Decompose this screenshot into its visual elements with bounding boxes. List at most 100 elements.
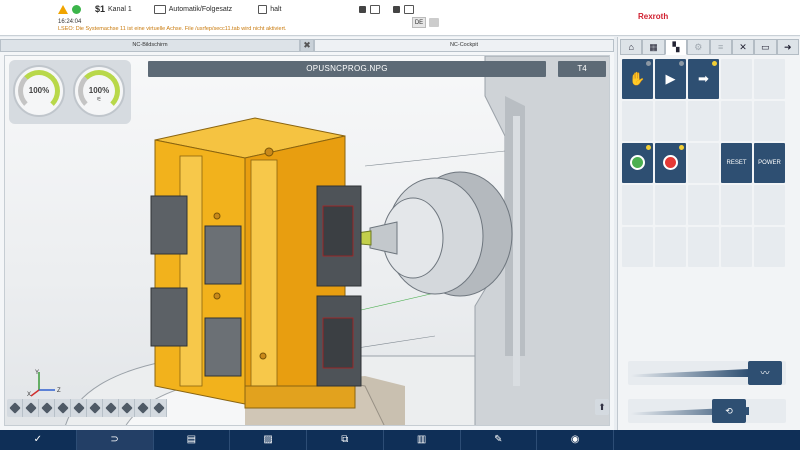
- empty-slot: [655, 227, 686, 267]
- empty-slot: [688, 143, 719, 183]
- settings-icon: [404, 4, 415, 14]
- empty-slot: [721, 227, 752, 267]
- scroll-up-button[interactable]: ⬆: [595, 399, 609, 415]
- empty-slot: [721, 185, 752, 225]
- wrench-icon: ✎: [494, 434, 503, 445]
- program-name[interactable]: OPUSNCPROG.NPG: [148, 61, 546, 77]
- housing-edge: [513, 116, 520, 386]
- grid-view-icon: [105, 402, 117, 414]
- image-button[interactable]: ▨: [230, 430, 307, 450]
- tab-next[interactable]: ➜: [776, 39, 799, 55]
- cycle-start-button[interactable]: [622, 143, 653, 183]
- eye-button[interactable]: ◉: [537, 430, 614, 450]
- list-icon: ▤: [186, 434, 197, 445]
- tab-home[interactable]: ⌂: [620, 39, 643, 55]
- warning-icon[interactable]: [58, 4, 68, 14]
- checkmark-icon: ✓: [33, 434, 43, 445]
- spindle-override-gauge[interactable]: 100% ⚟: [73, 65, 125, 117]
- control-tabs: ⌂ ▦ ▚ ⚙ ≡ ✕ ▭ ➜: [620, 39, 799, 55]
- bar-chart-button[interactable]: ▥: [384, 430, 461, 450]
- lock-icon: [359, 5, 367, 13]
- empty-slot: [622, 101, 653, 141]
- system-message[interactable]: LSEO: Die Systemachse 11 ist eine virtue…: [58, 26, 286, 32]
- status-led-active: [679, 145, 684, 150]
- single-block-button[interactable]: ➡: [688, 59, 719, 99]
- gear-icon: ⚙: [694, 42, 703, 52]
- tool-path: [364, 150, 506, 167]
- channel-label[interactable]: Kanal 1: [108, 6, 132, 13]
- iso-view-icon: [9, 402, 21, 414]
- wrench-button[interactable]: ✎: [461, 430, 538, 450]
- mill-view-icon: [153, 402, 165, 414]
- keyboard-toggle-icon[interactable]: [429, 18, 439, 27]
- top-view-button[interactable]: [39, 399, 55, 417]
- measure-view-icon: [121, 402, 133, 414]
- cut-view-button[interactable]: [87, 399, 103, 417]
- status-led: [646, 61, 651, 66]
- copy-icon: ⧉: [341, 434, 349, 445]
- feed-override-gauge[interactable]: 100%: [13, 65, 65, 117]
- tab-keyboard[interactable]: ▦: [642, 39, 665, 55]
- spindle-override-slider[interactable]: ⟲: [628, 399, 786, 423]
- feed-override-value: 100%: [28, 86, 50, 95]
- rotate-view-button[interactable]: [135, 399, 151, 417]
- override-gauges: 100% 100% ⚟: [9, 60, 131, 124]
- clamp-plate: [150, 195, 188, 255]
- wire-view-button[interactable]: [71, 399, 87, 417]
- view-toolbar: [7, 399, 167, 417]
- spindle-override-knob[interactable]: ⟲: [712, 399, 746, 423]
- channel-number: $1: [95, 4, 106, 14]
- tab-nc-cockpit[interactable]: NC-Cockpit: [314, 39, 614, 52]
- return-button[interactable]: ⊃: [76, 430, 154, 450]
- language-button[interactable]: DE: [412, 17, 426, 28]
- next-icon: ➜: [784, 42, 792, 52]
- bolt-hole: [264, 147, 274, 157]
- checkmark-button[interactable]: ✓: [0, 430, 77, 450]
- tab-tools[interactable]: ✕: [731, 39, 755, 55]
- clock: 16:24:04: [58, 19, 82, 25]
- connection-icon: [370, 4, 381, 14]
- workpiece: [322, 205, 354, 257]
- clamp-plate: [204, 317, 242, 377]
- measure-view-button[interactable]: [119, 399, 135, 417]
- tab-list-edit[interactable]: ≡: [709, 39, 732, 55]
- feed-override-knob[interactable]: 〰: [748, 361, 782, 385]
- return-icon: ⊃: [110, 434, 119, 445]
- jog-mode-button[interactable]: ✋: [622, 59, 653, 99]
- 3d-viewport[interactable]: 100% 100% ⚟ OPUSNCPROG.NPG T4 Y Z X ⬆: [4, 55, 610, 426]
- tab-nc-screen[interactable]: NC-Bildschirm: [0, 39, 300, 52]
- reset-button[interactable]: RESET: [721, 143, 752, 183]
- tab-gear[interactable]: ⚙: [687, 39, 710, 55]
- tab-display[interactable]: ▭: [754, 39, 777, 55]
- top-view-icon: [41, 402, 53, 414]
- empty-slot: [622, 185, 653, 225]
- empty-slot: [688, 185, 719, 225]
- auto-mode-button[interactable]: ▶: [655, 59, 686, 99]
- bolt-hole: [259, 352, 267, 360]
- grid-view-button[interactable]: [103, 399, 119, 417]
- empty-slot: [688, 227, 719, 267]
- front-view-button[interactable]: [23, 399, 39, 417]
- front-view-icon: [25, 402, 37, 414]
- lock-icon-2: [393, 5, 401, 13]
- power-button[interactable]: POWER: [754, 143, 785, 183]
- hand-icon: [258, 4, 268, 14]
- mill-view-button[interactable]: [151, 399, 167, 417]
- feed-override-slider[interactable]: 〰: [628, 361, 786, 385]
- iso-view-button[interactable]: [7, 399, 23, 417]
- axis-z-label: Z: [57, 388, 61, 394]
- fixture-rib: [179, 155, 203, 387]
- rotate-view-icon: [137, 402, 149, 414]
- mode-label: Automatik/Folgesatz: [168, 5, 233, 13]
- copy-button[interactable]: ⧉: [307, 430, 384, 450]
- active-tool[interactable]: T4: [558, 61, 606, 77]
- tab-cockpit[interactable]: ▚: [664, 39, 688, 55]
- axis-y-label: Y: [35, 370, 39, 376]
- list-button[interactable]: ▤: [154, 430, 231, 450]
- bottom-toolbar-right: [614, 430, 800, 450]
- wire-view-icon: [73, 402, 85, 414]
- cycle-stop-button[interactable]: [655, 143, 686, 183]
- close-icon[interactable]: ✖: [300, 39, 314, 52]
- side-view-button[interactable]: [55, 399, 71, 417]
- clamp-plate: [204, 225, 242, 285]
